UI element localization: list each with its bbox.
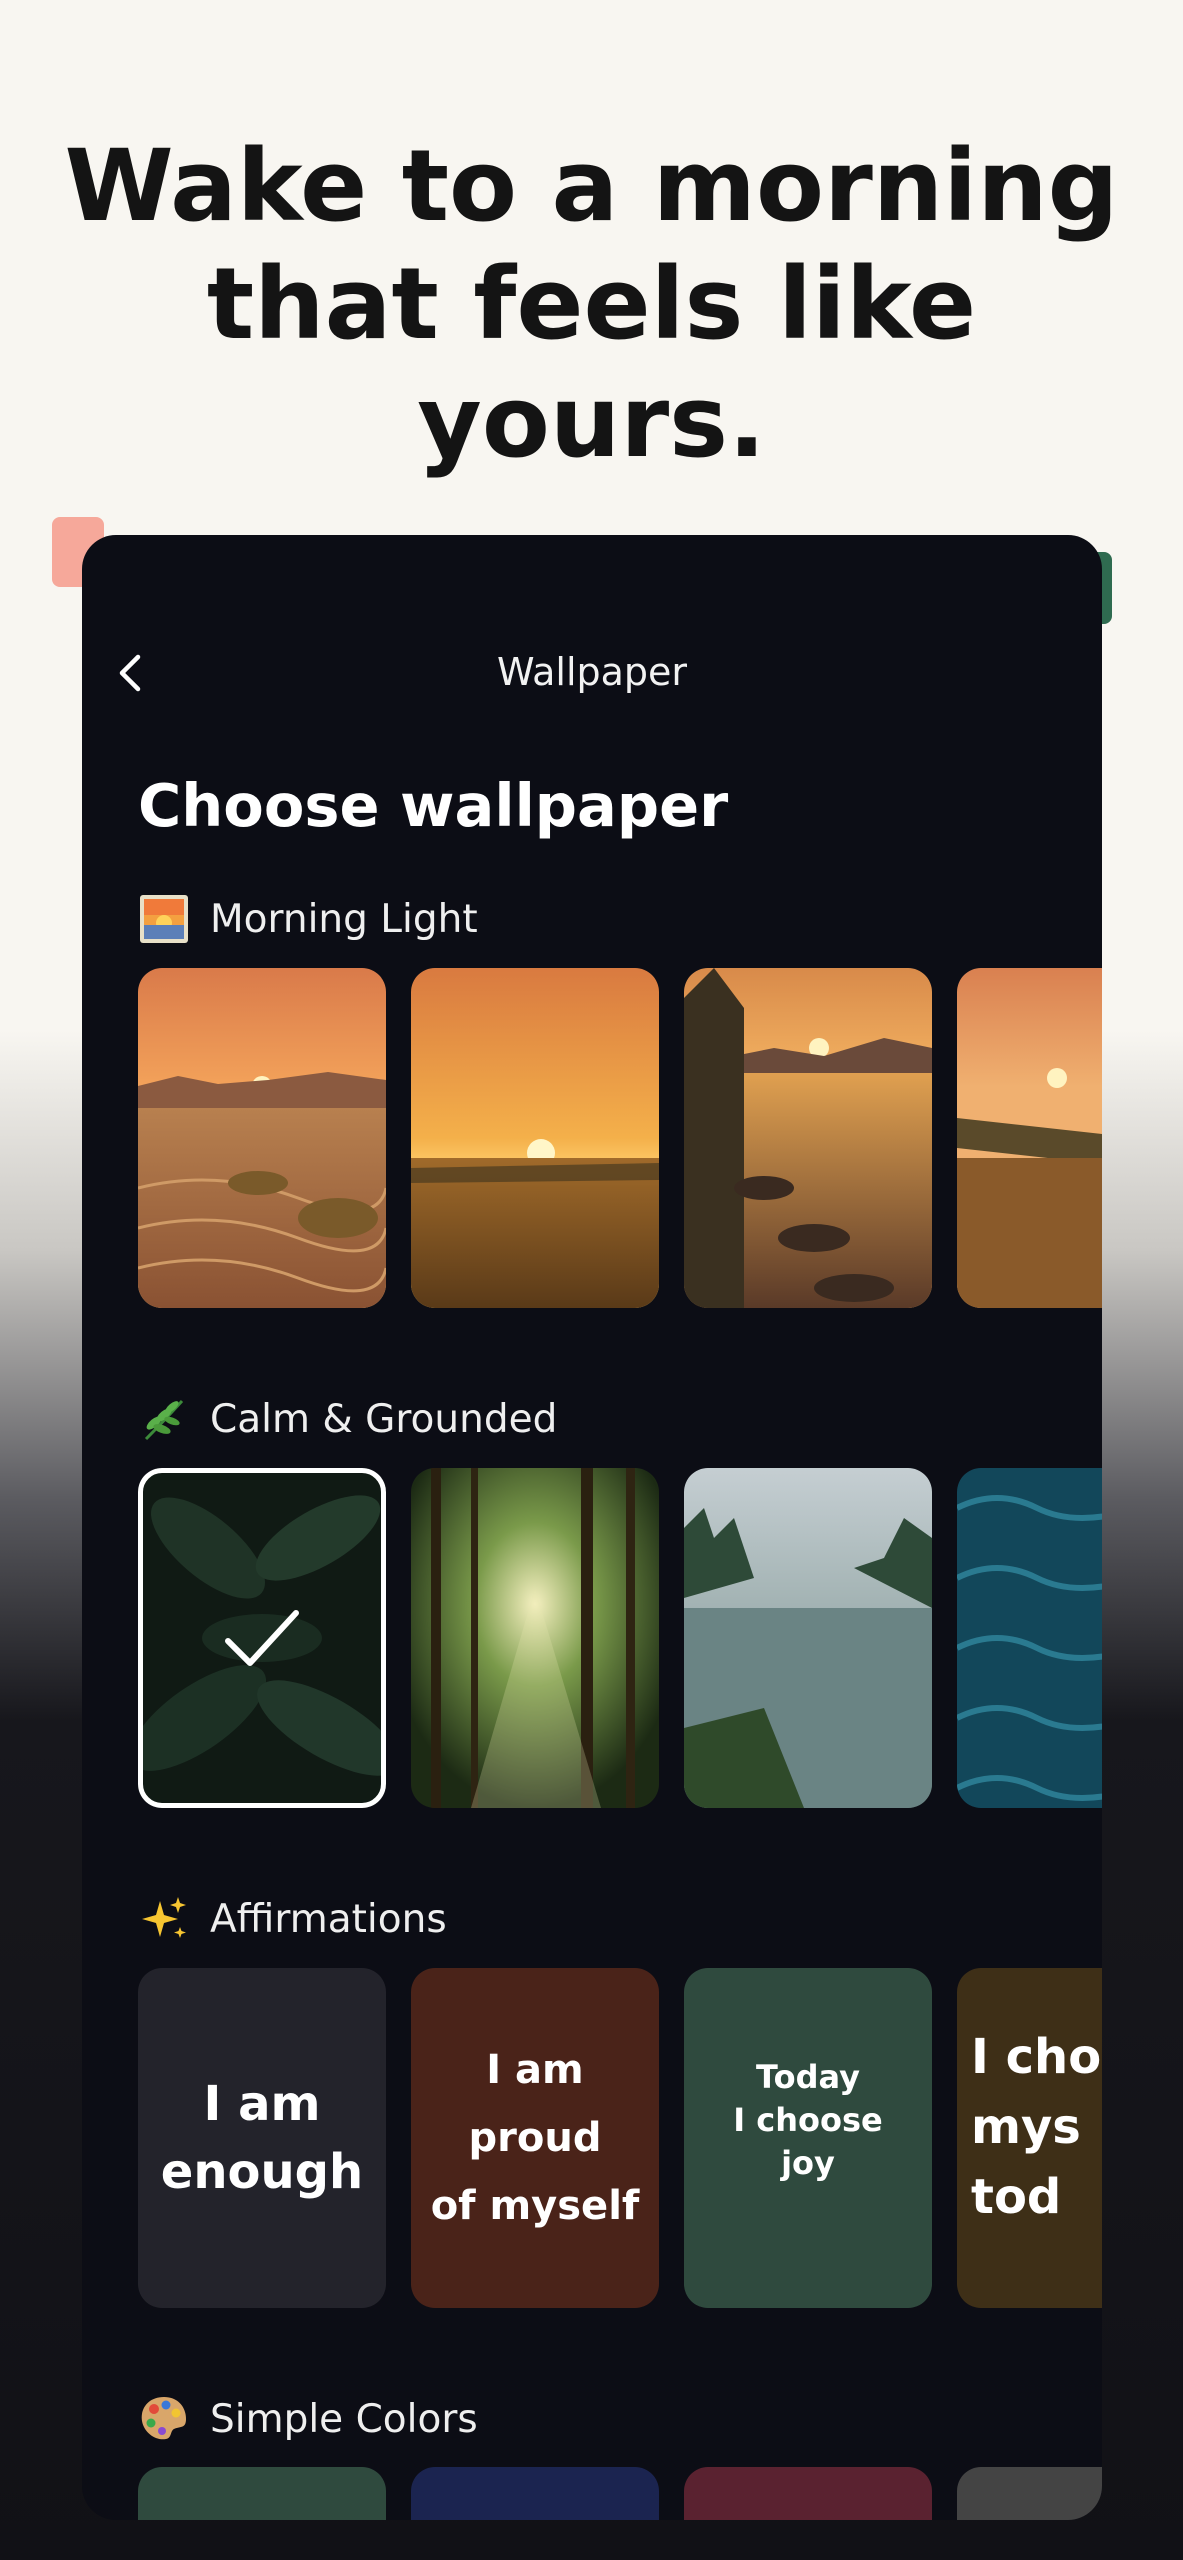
simple-colors-row (138, 2467, 1102, 2520)
section-header-affirmations: Affirmations (138, 1891, 447, 1947)
section-header-simple-colors: Simple Colors (138, 2391, 478, 2447)
section-header-morning-light: Morning Light (138, 891, 478, 947)
morning-light-row (138, 968, 1102, 1308)
wallpaper-sunrise-misty-meadow[interactable] (957, 968, 1102, 1308)
affirmation-card-enough[interactable]: I am enough (138, 1968, 386, 2308)
affirmation-card-proud[interactable]: I am proud of myself (411, 1968, 659, 2308)
headline-line-2: that feels like (206, 247, 977, 362)
affirmation-text: I am proud of myself (430, 2047, 640, 2229)
wallpaper-sunrise-golden-field[interactable] (411, 968, 659, 1308)
wallpaper-dark-leaves-selected[interactable] (138, 1468, 386, 1808)
sunrise-picture-icon (138, 893, 190, 945)
affirmation-text: I cho mys tod (971, 2029, 1102, 2225)
phone-screen: Wallpaper Choose wallpaper Morning Light (82, 535, 1102, 2520)
section-label-morning-light: Morning Light (210, 896, 478, 942)
color-swatch-gray[interactable] (957, 2467, 1102, 2520)
affirmation-text: I am enough (160, 2076, 364, 2200)
color-swatch-navy[interactable] (411, 2467, 659, 2520)
herb-leaf-icon (138, 1393, 190, 1445)
section-label-calm-grounded: Calm & Grounded (210, 1396, 558, 1442)
affirmation-card-choose-myself[interactable]: I cho mys tod (957, 1968, 1102, 2308)
section-header-calm-grounded: Calm & Grounded (138, 1391, 557, 1447)
headline: Wake to a morning that feels like yours. (0, 128, 1183, 482)
artist-palette-icon (138, 2393, 190, 2445)
wallpaper-sunset-rocky-lake[interactable] (684, 968, 932, 1308)
affirmation-card-joy[interactable]: Today I choose joy (684, 1968, 932, 2308)
page-title: Choose wallpaper (138, 771, 729, 840)
wallpaper-sunlit-forest[interactable] (411, 1468, 659, 1808)
calm-grounded-row (138, 1468, 1102, 1808)
screen-title: Wallpaper (496, 650, 688, 694)
wallpaper-misty-mountain-lake[interactable] (684, 1468, 932, 1808)
sparkles-icon (138, 1893, 190, 1945)
section-label-simple-colors: Simple Colors (210, 2396, 478, 2442)
affirmation-text: Today I choose joy (733, 2057, 883, 2182)
wallpaper-sunset-desert-dunes[interactable] (138, 968, 386, 1308)
color-swatch-burgundy[interactable] (684, 2467, 932, 2520)
checkmark-icon (225, 1610, 299, 1666)
headline-line-1: Wake to a morning (64, 129, 1119, 244)
color-swatch-green[interactable] (138, 2467, 386, 2520)
wallpaper-ocean-waves[interactable] (957, 1468, 1102, 1808)
headline-line-3: yours. (417, 365, 766, 480)
section-label-affirmations: Affirmations (210, 1896, 447, 1942)
affirmations-row: I am enough I am proud of myself Today I… (138, 1968, 1102, 2308)
